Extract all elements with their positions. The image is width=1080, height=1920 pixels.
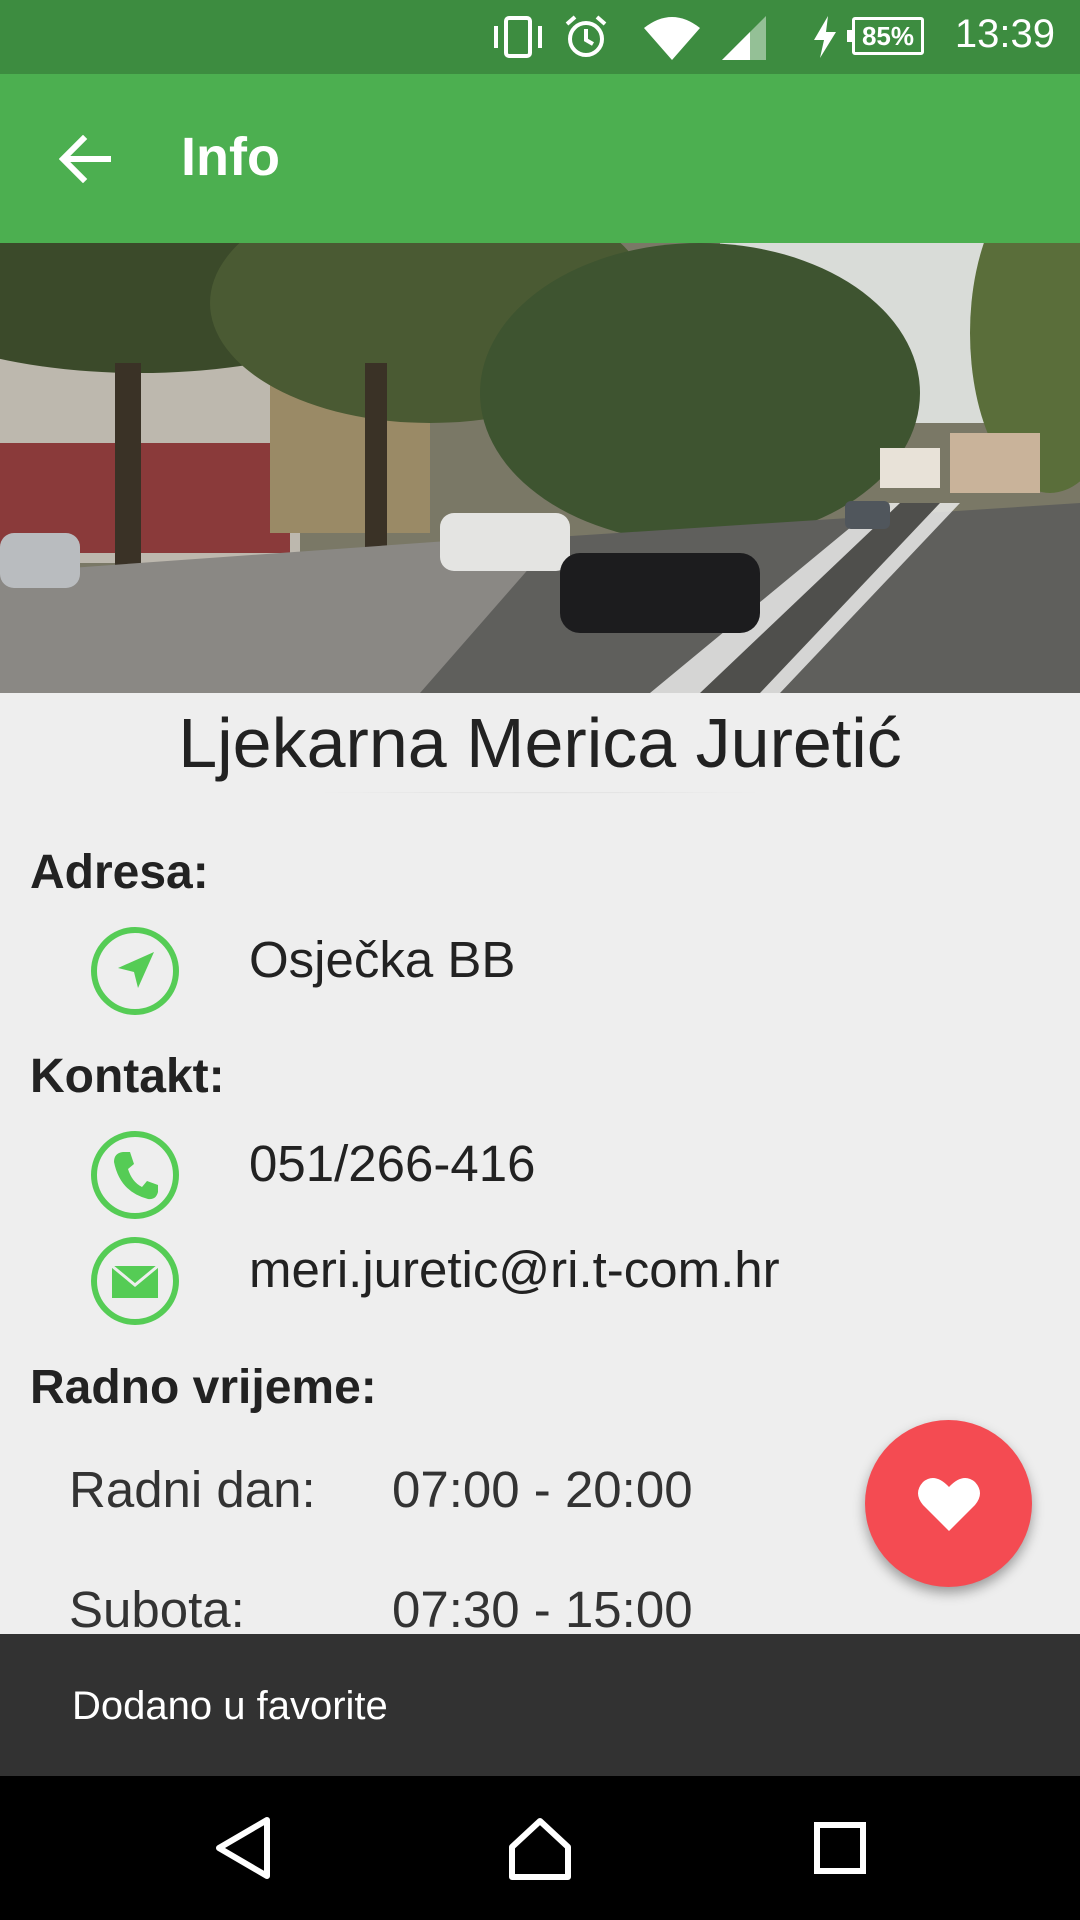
charging-icon (814, 16, 836, 58)
app-bar: Info (0, 74, 1080, 243)
wifi-icon (644, 17, 700, 60)
page-title: Info (181, 127, 280, 187)
hours-day-saturday: Subota: (69, 1581, 245, 1638)
heart-icon (917, 1477, 980, 1531)
hours-label: Radno vrijeme: (30, 1361, 377, 1414)
favorite-button[interactable] (865, 1420, 1032, 1587)
back-button[interactable] (42, 116, 128, 202)
place-name: Ljekarna Merica Juretić (178, 704, 902, 782)
nav-home-button[interactable] (495, 1806, 585, 1890)
recents-icon (814, 1822, 866, 1874)
title-divider (0, 792, 1080, 808)
address-label: Adresa: (30, 846, 209, 899)
snackbar: Dodano u favorite (0, 1634, 1080, 1776)
arrow-back-icon (59, 135, 111, 183)
contact-label: Kontakt: (30, 1050, 225, 1103)
address-value: Osječka BB (249, 931, 516, 988)
status-bar: 85% 13:39 (0, 0, 1080, 74)
email-address[interactable]: meri.juretic@ri.t-com.hr (249, 1240, 780, 1299)
hours-day-weekday: Radni dan: (69, 1461, 316, 1518)
alarm-icon (565, 15, 607, 57)
back-triangle-icon (216, 1817, 270, 1879)
snackbar-text: Dodano u favorite (72, 1684, 388, 1728)
vibrate-icon (494, 16, 542, 58)
nav-recents-button[interactable] (795, 1806, 885, 1890)
system-nav-bar (0, 1776, 1080, 1920)
navigation-icon[interactable] (90, 926, 180, 1016)
hours-time-weekday: 07:00 - 20:00 (392, 1461, 693, 1518)
place-photo (0, 243, 1080, 693)
phone-icon[interactable] (90, 1130, 180, 1220)
home-icon (509, 1818, 571, 1880)
mail-icon[interactable] (90, 1236, 180, 1326)
phone-number[interactable]: 051/266-416 (249, 1134, 535, 1193)
battery-icon: 85% (847, 17, 924, 55)
signal-icon (722, 16, 766, 60)
hours-time-saturday: 07:30 - 15:00 (392, 1581, 693, 1638)
status-time: 13:39 (954, 12, 1055, 56)
nav-back-button[interactable] (198, 1806, 288, 1890)
